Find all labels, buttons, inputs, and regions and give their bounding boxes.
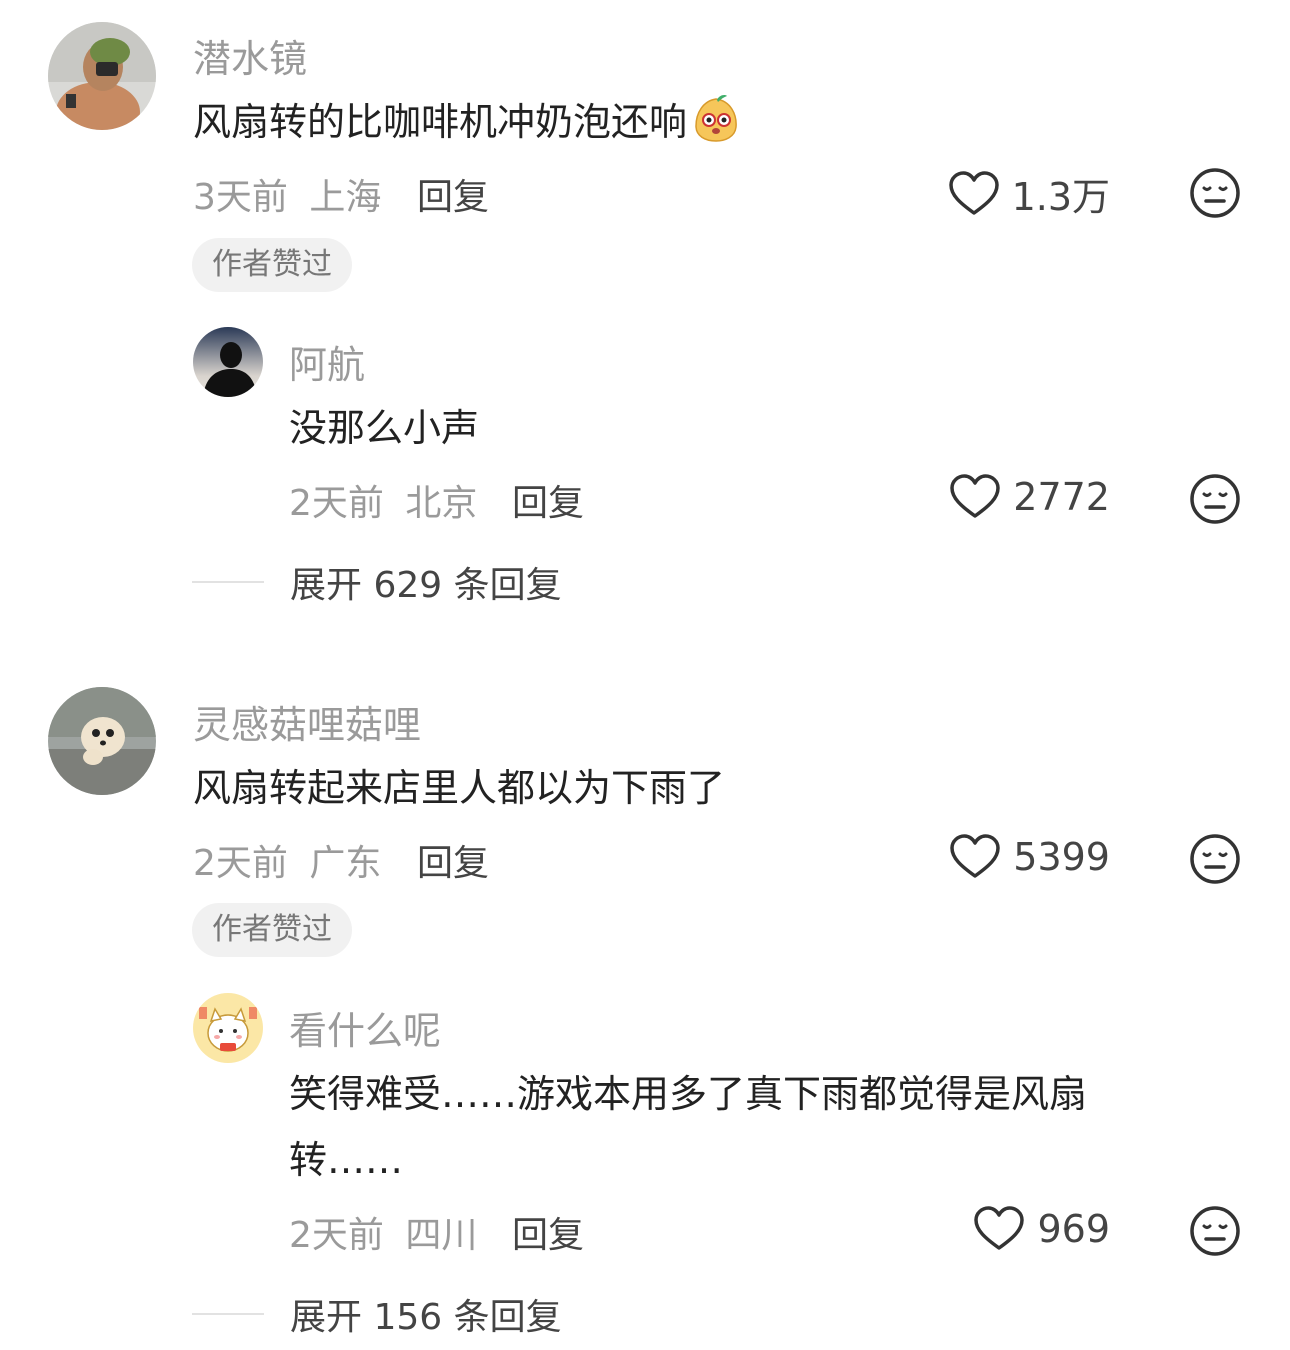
comment-location: 广东 [309,843,382,884]
comment-time: 2天前 [193,843,288,884]
avatar[interactable] [48,687,156,795]
comment-text-content: 风扇转的比咖啡机冲奶泡还响 [193,100,688,144]
avatar[interactable] [48,22,156,130]
like-count: 2772 [1013,475,1110,519]
expand-replies-button[interactable]: 展开 156 条回复 [192,1288,562,1340]
comment-meta: 2天前 广东 [193,834,381,886]
neutral-face-icon[interactable] [1189,1205,1241,1257]
comment-text: 风扇转的比咖啡机冲奶泡还响 [193,88,741,156]
like-button[interactable]: 5399 [949,834,1110,880]
reply-username[interactable]: 阿航 [289,334,365,389]
comment-time: 3天前 [193,177,288,218]
comment-username[interactable]: 灵感菇哩菇哩 [193,694,421,749]
reply-button[interactable]: 回复 [512,1206,584,1258]
like-count: 1.3万 [1011,175,1110,219]
avatar[interactable] [193,993,263,1063]
reply-button[interactable]: 回复 [417,168,489,220]
heart-outline-icon [950,474,1001,518]
reply-location: 北京 [405,483,478,524]
mango-face-icon [695,95,737,142]
avatar[interactable] [193,327,263,397]
heart-outline-icon [950,834,1001,878]
neutral-face-icon[interactable] [1189,473,1241,525]
reply-meta: 2天前 四川 [289,1206,477,1258]
reply-button[interactable]: 回复 [417,834,489,886]
like-button[interactable]: 1.3万 [948,166,1110,221]
reply-time: 2天前 [289,483,384,524]
divider-line [192,1313,264,1315]
expand-replies-label: 展开 629 条回复 [290,565,562,606]
divider-line [192,581,264,583]
expand-replies-button[interactable]: 展开 629 条回复 [192,556,562,608]
neutral-face-icon[interactable] [1189,833,1241,885]
heart-outline-icon [974,1206,1025,1250]
like-count: 969 [1037,1207,1110,1251]
reply-button[interactable]: 回复 [512,474,584,526]
like-count: 5399 [1013,835,1110,879]
like-button[interactable]: 2772 [949,474,1110,520]
reply-text: 没那么小声 [289,406,480,450]
comment-meta: 3天前 上海 [193,168,381,220]
reply-meta: 2天前 北京 [289,474,477,526]
comment-location: 上海 [309,177,382,218]
author-liked-badge: 作者赞过 [192,903,352,957]
like-button[interactable]: 969 [973,1206,1110,1252]
reply-text-line-1: 笑得难受……游戏本用多了真下雨都觉得是风扇 [289,1072,1088,1116]
reply-location: 四川 [405,1215,478,1256]
reply-text-line-2: 转…… [289,1138,404,1182]
reply-time: 2天前 [289,1215,384,1256]
comment-username[interactable]: 潜水镜 [193,28,307,83]
author-liked-badge: 作者赞过 [192,238,352,292]
comment-text: 风扇转起来店里人都以为下雨了 [193,766,726,810]
reply-username[interactable]: 看什么呢 [289,1000,441,1055]
neutral-face-icon[interactable] [1189,167,1241,219]
expand-replies-label: 展开 156 条回复 [290,1297,562,1338]
heart-outline-icon [948,170,999,215]
